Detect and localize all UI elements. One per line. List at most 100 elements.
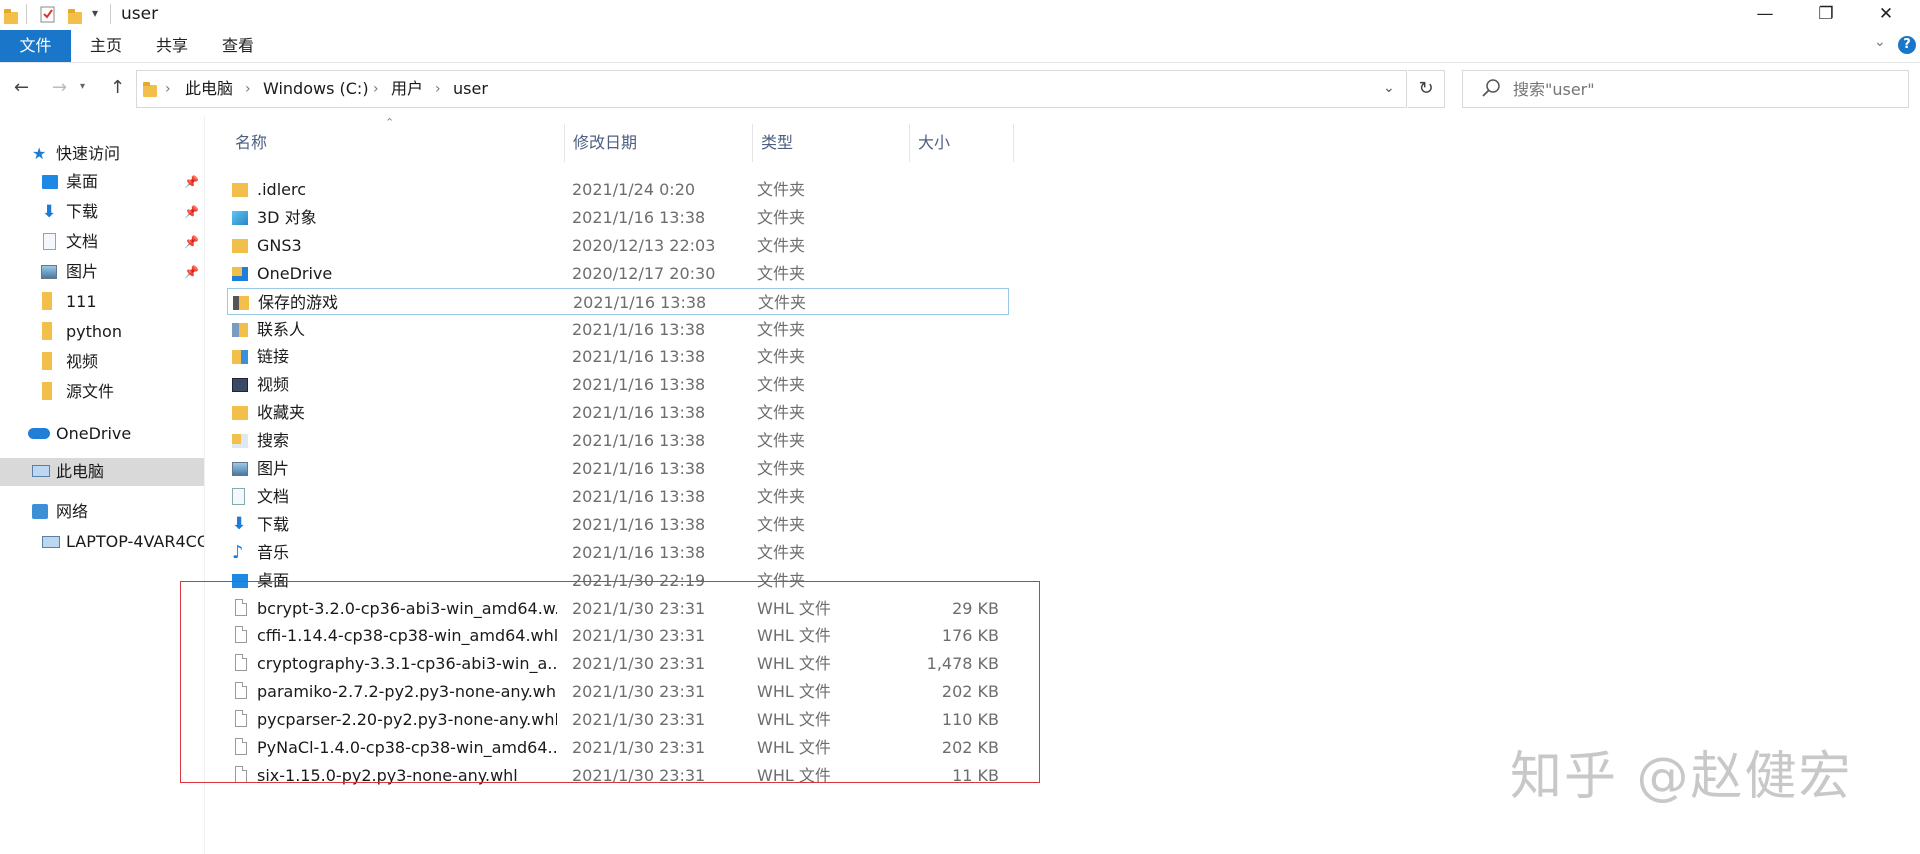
folder-row[interactable]: GNS3 2020/12/13 22:03 文件夹: [227, 232, 1009, 259]
folder-row[interactable]: 收藏夹 2021/1/16 13:38 文件夹: [227, 399, 1009, 426]
column-header-name[interactable]: 名称: [227, 124, 565, 162]
sidebar-item-label: 文档: [66, 232, 99, 251]
file-type: 文件夹: [757, 459, 806, 478]
tab-home[interactable]: 主页: [86, 30, 126, 62]
folder-icon: [42, 322, 52, 340]
sidebar-item-label: 桌面: [66, 172, 99, 191]
sidebar-item-this-pc[interactable]: 此电脑: [0, 458, 204, 486]
chevron-down-icon[interactable]: ⌄: [1874, 34, 1886, 50]
3d-objects-icon: [232, 210, 248, 225]
sidebar-item-laptop[interactable]: LAPTOP-4VAR4CG: [0, 528, 204, 556]
forward-button[interactable]: →: [52, 77, 67, 98]
folder-row[interactable]: 文档 2021/1/16 13:38 文件夹: [227, 483, 1009, 510]
folder-row[interactable]: .idlerc 2021/1/24 0:20 文件夹: [227, 176, 1009, 203]
annotation-highlight-box: [180, 581, 1040, 783]
back-button[interactable]: ←: [14, 77, 29, 98]
searches-icon: [232, 434, 248, 449]
sidebar-item-111[interactable]: 111: [0, 288, 204, 316]
download-icon: ⬇: [232, 513, 247, 534]
column-header-type[interactable]: 类型: [753, 124, 910, 162]
folder-row[interactable]: 视频 2021/1/16 13:38 文件夹: [227, 371, 1009, 398]
tab-file[interactable]: 文件: [0, 30, 71, 62]
column-header-date[interactable]: 修改日期: [565, 124, 753, 162]
file-type: 文件夹: [757, 235, 806, 255]
breadcrumb-separator[interactable]: ›: [373, 71, 379, 107]
folder-row[interactable]: 链接 2021/1/16 13:38 文件夹: [227, 343, 1009, 370]
navigation-pane: ★ 快速访问 桌面 📌 ⬇ 下载 📌 文档 📌 图片 📌 111 python …: [0, 116, 205, 854]
sidebar-item-label: 下载: [66, 202, 99, 221]
sidebar-item-desktop[interactable]: 桌面 📌: [0, 168, 204, 196]
tab-share[interactable]: 共享: [152, 30, 192, 62]
address-dropdown-icon[interactable]: ⌄: [1383, 80, 1395, 96]
sidebar-item-python[interactable]: python: [0, 318, 204, 346]
folder-row[interactable]: 3D 对象 2021/1/16 13:38 文件夹: [227, 204, 1009, 231]
favorites-icon: [232, 406, 248, 421]
divider: [110, 4, 111, 24]
folder-icon: [42, 382, 52, 400]
search-box[interactable]: [1462, 70, 1909, 108]
document-icon: [43, 233, 56, 250]
date-modified: 2020/12/17 20:30: [572, 263, 716, 283]
date-modified: 2021/1/24 0:20: [572, 180, 696, 199]
file-type: 文件夹: [757, 375, 806, 395]
breadcrumb-separator[interactable]: ›: [245, 71, 251, 107]
file-name: 搜索: [257, 431, 290, 451]
pin-icon[interactable]: 📌: [184, 168, 199, 196]
file-type: 文件夹: [757, 347, 806, 367]
navigation-bar: ← → ▾ ↑ › 此电脑 › Windows (C:) › 用户 › user…: [0, 63, 1920, 115]
search-input[interactable]: [1511, 79, 1895, 100]
sidebar-item-documents[interactable]: 文档 📌: [0, 228, 204, 256]
tab-view[interactable]: 查看: [218, 30, 258, 62]
breadcrumb-users[interactable]: 用户: [391, 71, 423, 107]
refresh-button[interactable]: ↻: [1408, 70, 1445, 108]
sidebar-item-quick-access[interactable]: ★ 快速访问: [0, 140, 204, 168]
file-name: 链接: [257, 347, 290, 367]
folder-row[interactable]: 联系人 2021/1/16 13:38 文件夹: [227, 316, 1009, 343]
file-type: 文件夹: [757, 319, 806, 339]
folder-row[interactable]: 图片 2021/1/16 13:38 文件夹: [227, 455, 1009, 482]
breadcrumb-this-pc[interactable]: 此电脑: [185, 71, 233, 107]
address-bar[interactable]: › 此电脑 › Windows (C:) › 用户 › user ⌄: [136, 70, 1407, 108]
sidebar-item-network[interactable]: 网络: [0, 498, 204, 526]
customize-toolbar-icon[interactable]: ▾: [92, 6, 98, 20]
recent-locations-icon[interactable]: ▾: [80, 81, 85, 92]
folder-row[interactable]: ⬇ 下载 2021/1/16 13:38 文件夹: [227, 511, 1009, 538]
file-type: 文件夹: [757, 263, 806, 283]
file-type: 文件夹: [757, 207, 806, 227]
sidebar-item-source-files[interactable]: 源文件: [0, 378, 204, 406]
pin-icon[interactable]: 📌: [184, 258, 199, 286]
properties-icon[interactable]: [40, 5, 56, 23]
folder-row[interactable]: OneDrive 2020/12/17 20:30 文件夹: [227, 260, 1009, 287]
sidebar-item-downloads[interactable]: ⬇ 下载 📌: [0, 198, 204, 226]
breadcrumb-user[interactable]: user: [453, 71, 488, 107]
breadcrumb-drive-c[interactable]: Windows (C:): [263, 71, 369, 107]
pin-icon[interactable]: 📌: [184, 228, 199, 256]
sidebar-item-pictures[interactable]: 图片 📌: [0, 258, 204, 286]
sidebar-item-videos[interactable]: 视频: [0, 348, 204, 376]
sidebar-item-onedrive[interactable]: OneDrive: [0, 420, 204, 448]
file-name: 3D 对象: [257, 207, 317, 227]
file-name: 收藏夹: [257, 403, 306, 423]
breadcrumb-separator[interactable]: ›: [435, 71, 441, 107]
up-button[interactable]: ↑: [110, 77, 125, 98]
folder-icon: [143, 82, 157, 102]
restore-button[interactable]: ❐: [1798, 0, 1854, 30]
new-folder-icon[interactable]: [68, 5, 84, 24]
column-header-size[interactable]: 大小: [910, 124, 1014, 162]
breadcrumb-separator[interactable]: ›: [165, 71, 171, 107]
folder-row[interactable]: 保存的游戏 2021/1/16 13:38 文件夹: [227, 287, 1009, 315]
folder-row[interactable]: 搜索 2021/1/16 13:38 文件夹: [227, 427, 1009, 454]
sidebar-item-label: 视频: [66, 352, 99, 371]
folder-icon: [232, 238, 248, 253]
help-icon[interactable]: ?: [1898, 36, 1916, 54]
close-button[interactable]: ✕: [1858, 0, 1914, 30]
file-type: 文件夹: [757, 542, 806, 562]
sidebar-item-label: 快速访问: [56, 144, 121, 163]
date-modified: 2021/1/16 13:38: [573, 292, 707, 312]
file-name: 下载: [257, 514, 290, 534]
star-icon: ★: [32, 144, 47, 163]
minimize-button[interactable]: —: [1737, 0, 1793, 30]
pin-icon[interactable]: 📌: [184, 198, 199, 226]
file-name: 文档: [257, 486, 290, 506]
folder-row[interactable]: ♪ 音乐 2021/1/16 13:38 文件夹: [227, 539, 1009, 566]
